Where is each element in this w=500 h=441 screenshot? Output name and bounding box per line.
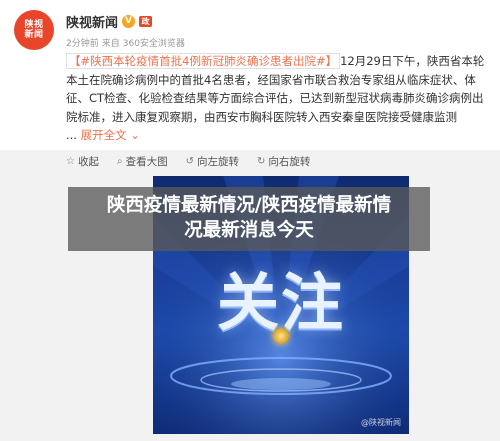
image-actions: ☆ 收起 ⌕ 查看大图 ↺ 向左旋转 ↻ 向右旋转 [66, 154, 310, 169]
author-name[interactable]: 陕视新闻 [66, 12, 118, 31]
article-title: 陕西疫情最新情况/陕西疫情最新情 况最新消息今天 [68, 193, 430, 243]
image-watermark: @陕视新闻 [361, 418, 401, 427]
bookmark-icon: ☆ [66, 156, 75, 167]
search-icon: ⌕ [116, 156, 123, 167]
weibo-post: 陕视新闻 陕视新闻 V 政 2分钟前 来自 360安全浏览器 【#陕西本轮疫情首… [0, 0, 500, 150]
ellipsis: ... [66, 128, 77, 142]
title-line-1: 陕西疫情最新情况/陕西疫情最新情 [106, 195, 392, 216]
rotate-left-label: 向左旋转 [196, 156, 239, 168]
rotate-right-button[interactable]: ↻ 向右旋转 [257, 154, 310, 169]
rotate-right-label: 向右旋转 [268, 156, 311, 168]
source-prefix: 来自 [101, 39, 120, 49]
expand-label: 展开全文 [80, 128, 127, 142]
view-large-label: 查看大图 [125, 156, 168, 168]
post-source: 360安全浏览器 [122, 39, 185, 49]
verified-icon: V [122, 15, 136, 28]
rotate-left-button[interactable]: ↺ 向左旋转 [186, 154, 239, 169]
avatar[interactable]: 陕视新闻 [14, 10, 54, 50]
title-line-2: 况最新消息今天 [184, 220, 314, 241]
topic-link[interactable]: 【#陕西本轮疫情首批4例新冠肺炎确诊患者出院#】 [66, 53, 341, 69]
avatar-text: 陕视新闻 [24, 20, 44, 40]
author-row: 陕视新闻 V 政 [66, 12, 153, 31]
expand-full-text-link[interactable]: 展开全文 ⌄ [81, 128, 140, 142]
rotate-right-icon: ↻ [256, 156, 266, 167]
rotate-left-icon: ↺ [185, 156, 194, 167]
collapse-label: 收起 [77, 156, 99, 168]
post-meta: 2分钟前 来自 360安全浏览器 [66, 36, 185, 49]
gov-badge-icon: 政 [139, 16, 153, 27]
article-title-banner: 陕西疫情最新情况/陕西疫情最新情 况最新消息今天 [68, 187, 430, 251]
post-time: 2分钟前 [66, 39, 99, 49]
chevron-down-icon: ⌄ [130, 128, 140, 142]
post-text: 【#陕西本轮疫情首批4例新冠肺炎确诊患者出院#】 12月29日下午，陕西省本轮本土… [66, 52, 490, 145]
gold-coin-icon [273, 328, 289, 344]
collapse-button[interactable]: ☆ 收起 [66, 154, 99, 169]
view-large-image-button[interactable]: ⌕ 查看大图 [117, 154, 168, 169]
